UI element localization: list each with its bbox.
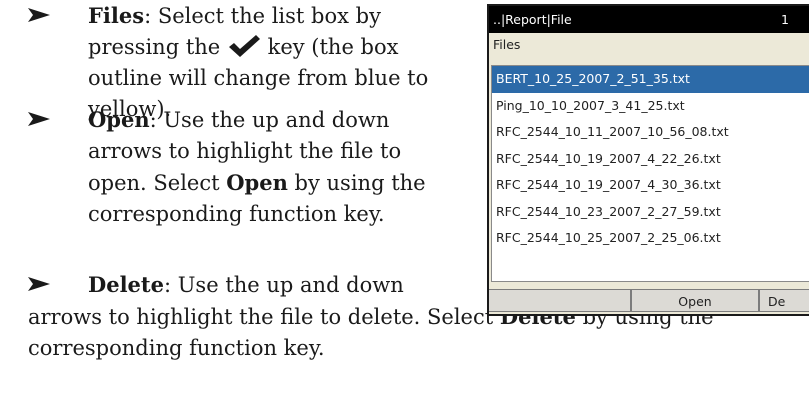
files-list-label: Files [493, 37, 521, 52]
open-softkey[interactable]: Open [631, 289, 759, 312]
term-open-2: Open [226, 170, 288, 195]
breadcrumb-path: ..|Report|File [493, 12, 572, 27]
files-list-box[interactable]: BERT_10_25_2007_2_51_35.txt Ping_10_10_2… [491, 65, 809, 282]
delete-line-1: : Use the up and down [163, 273, 404, 297]
file-list-item[interactable]: RFC_2544_10_19_2007_4_30_36.txt [492, 172, 809, 199]
delete-line-3: corresponding function key. [28, 336, 325, 360]
file-list-item[interactable]: Ping_10_10_2007_3_41_25.txt [492, 93, 809, 120]
softkey-1[interactable] [489, 289, 631, 312]
bullet-arrow-icon [28, 8, 50, 22]
title-bar: ..|Report|File 1 [489, 6, 809, 33]
file-list-item[interactable]: RFC_2544_10_25_2007_2_25_06.txt [492, 225, 809, 252]
term-delete: Delete [88, 272, 164, 297]
term-open: Open [88, 107, 150, 132]
instruction-open: Open: Use the up and down arrows to high… [28, 104, 458, 230]
device-file-screen: ..|Report|File 1 Files BERT_10_25_2007_2… [487, 4, 809, 316]
file-list-item[interactable]: RFC_2544_10_11_2007_10_56_08.txt [492, 119, 809, 146]
checkmark-key-icon [228, 35, 260, 57]
file-list-item[interactable]: BERT_10_25_2007_2_51_35.txt [492, 66, 809, 93]
term-files: Files [88, 3, 145, 28]
bullet-arrow-icon [28, 112, 50, 126]
delete-softkey[interactable]: De [759, 289, 809, 312]
file-list-item[interactable]: RFC_2544_10_19_2007_4_22_26.txt [492, 146, 809, 173]
softkey-bar: Open De [489, 289, 809, 314]
bullet-arrow-icon [28, 277, 50, 291]
file-list-item[interactable]: RFC_2544_10_23_2007_2_27_59.txt [492, 199, 809, 226]
page-number: 1 [781, 12, 789, 27]
